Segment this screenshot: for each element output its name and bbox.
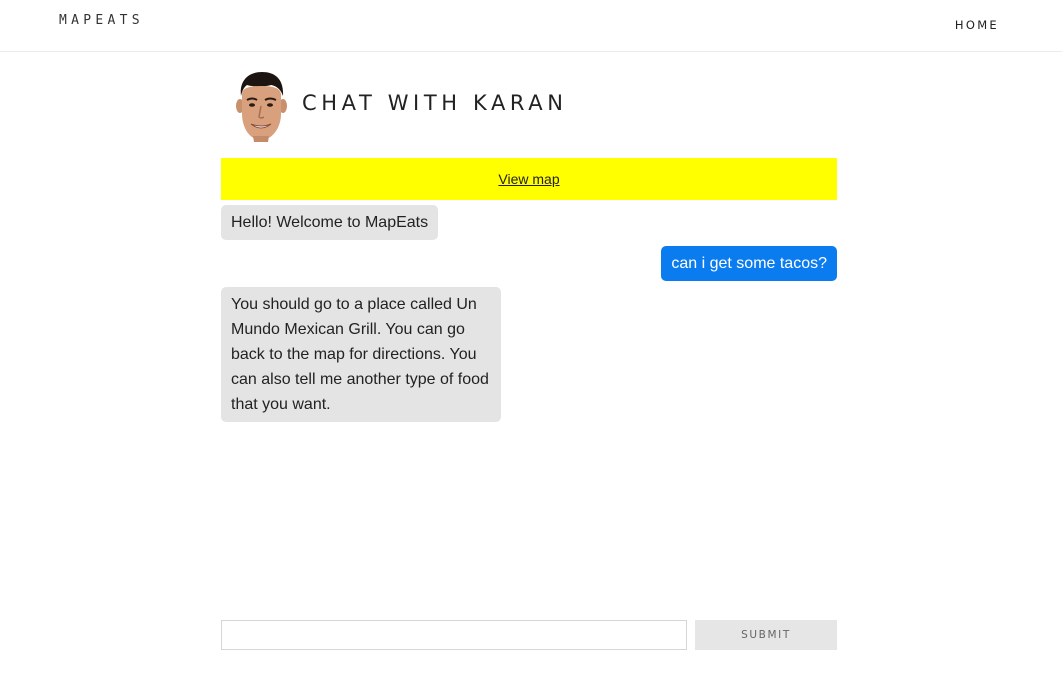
bot-message-bubble: You should go to a place called Un Mundo… <box>221 287 501 422</box>
submit-button[interactable]: SUBMIT <box>695 620 837 650</box>
view-map-link[interactable]: View map <box>498 171 559 187</box>
user-message-bubble: can i get some tacos? <box>661 246 837 281</box>
brand-logo[interactable]: MAPEATS <box>59 13 144 28</box>
map-banner: View map <box>221 158 837 200</box>
top-navbar: MAPEATS HOME <box>0 0 1062 52</box>
message-composer: SUBMIT <box>221 620 837 650</box>
message-input[interactable] <box>221 620 687 650</box>
nav-home-link[interactable]: HOME <box>955 18 999 32</box>
person-face-avatar-icon <box>236 72 287 142</box>
message-row: You should go to a place called Un Mundo… <box>221 287 837 422</box>
bot-message-bubble: Hello! Welcome to MapEats <box>221 205 439 240</box>
message-list: Hello! Welcome to MapEats can i get some… <box>221 205 837 428</box>
message-row: can i get some tacos? <box>221 246 837 281</box>
message-row: Hello! Welcome to MapEats <box>221 205 837 240</box>
chat-header: CHAT WITH KARAN <box>221 66 837 146</box>
chat-title: CHAT WITH KARAN <box>302 91 568 115</box>
